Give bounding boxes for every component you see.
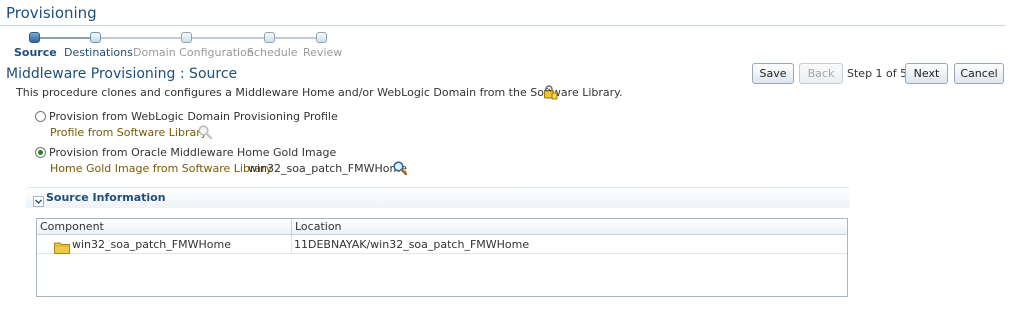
radio-gold-image[interactable]: [35, 147, 46, 158]
save-button[interactable]: Save: [752, 63, 794, 84]
gold-image-field-value: win32_soa_patch_FMWHome: [248, 162, 407, 175]
folder-icon: [54, 239, 70, 254]
source-info-title: Source Information: [46, 191, 166, 204]
title-divider: [0, 25, 1006, 26]
radio-domain-profile-label[interactable]: Provision from WebLogic Domain Provision…: [49, 110, 338, 123]
component-cell: win32_soa_patch_FMWHome: [72, 238, 231, 251]
back-button[interactable]: Back: [799, 63, 843, 84]
location-cell: 11DEBNAYAK/win32_soa_patch_FMWHome: [294, 238, 530, 251]
train-connector: [192, 37, 264, 39]
cancel-button[interactable]: Cancel: [954, 63, 1004, 84]
column-header-location[interactable]: Location: [292, 219, 847, 235]
train-connector: [40, 37, 90, 39]
train-step-review-node: [316, 32, 327, 43]
next-button[interactable]: Next: [905, 63, 948, 84]
train-step-schedule: Schedule: [247, 46, 298, 59]
page-title: Provisioning: [6, 4, 97, 22]
train-step-review: Review: [303, 46, 343, 59]
train-step-domain-configuration-node: [181, 32, 192, 43]
train-step-source-node[interactable]: [29, 32, 40, 43]
column-divider: [291, 236, 292, 254]
search-icon[interactable]: [392, 160, 408, 176]
train-step-destinations[interactable]: Destinations: [64, 46, 133, 59]
radio-domain-profile[interactable]: [35, 111, 46, 122]
search-icon[interactable]: [197, 124, 213, 140]
procedure-description: This procedure clones and configures a M…: [16, 86, 623, 99]
train-step-domain-configuration: Domain Configuration: [133, 46, 254, 59]
gold-image-field-label: Home Gold Image from Software Library: [50, 162, 273, 175]
column-header-component[interactable]: Component: [37, 219, 291, 235]
train-connector: [275, 37, 316, 39]
train-connector: [101, 37, 181, 39]
profile-field-label: Profile from Software Library: [50, 126, 208, 139]
radio-gold-image-label[interactable]: Provision from Oracle Middleware Home Go…: [49, 146, 336, 159]
collapse-icon[interactable]: [33, 192, 44, 207]
section-title: Middleware Provisioning : Source: [6, 66, 238, 82]
lock-icon[interactable]: [542, 84, 558, 100]
step-indicator: Step 1 of 5: [847, 67, 908, 80]
train-step-source[interactable]: Source: [14, 46, 57, 59]
train-step-schedule-node: [264, 32, 275, 43]
train-step-destinations-node[interactable]: [90, 32, 101, 43]
